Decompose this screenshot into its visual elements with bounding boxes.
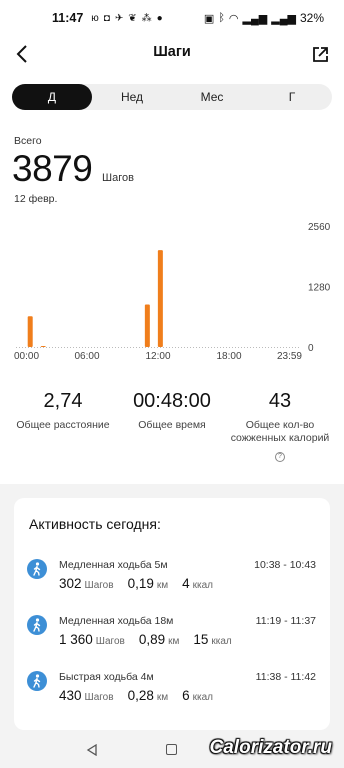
wifi-icon: ◠	[228, 12, 239, 25]
dots-icon: ⁂	[141, 12, 152, 24]
activity-steps: 302	[59, 576, 82, 591]
activity-km: 0,28	[127, 688, 154, 703]
walking-icon	[27, 615, 47, 635]
signal-icon: ▂▄▆	[242, 12, 268, 25]
activity-kcal: 6	[182, 688, 190, 703]
activity-time: 10:38 - 10:43	[254, 559, 316, 571]
walking-icon	[27, 671, 47, 691]
activity-km-unit: км	[156, 580, 169, 591]
status-time: 11:47	[52, 11, 84, 25]
activity-steps-unit: Шагов	[84, 692, 114, 703]
list-item[interactable]: Медленная ходьба 5м 10:38 - 10:43 302 Шаг…	[14, 554, 330, 600]
app-header: Шаги	[0, 36, 344, 72]
total-steps-unit: Шагов	[102, 172, 134, 184]
activity-metrics: 430 Шагов 0,28 км 6 ккал	[59, 688, 227, 703]
chart-bar	[157, 250, 163, 347]
activity-time: 11:19 - 11:37	[255, 615, 316, 627]
chart-bar	[144, 304, 150, 347]
bluetooth-icon: ᛒ	[218, 12, 225, 24]
list-item[interactable]: Быстрая ходьба 4м 11:38 - 11:42 430 Шагов…	[14, 666, 330, 712]
notification-icon: ю	[91, 12, 99, 24]
cloud-icon: ●	[156, 12, 163, 24]
steps-chart[interactable]: 2560 1280 0 00:00 06:00 12:00 18:00 23:59	[0, 218, 344, 368]
watermark: Calorizator.ru	[209, 737, 332, 758]
activity-metrics: 1 360 Шагов 0,89 км 15 ккал	[59, 632, 246, 647]
y-tick-label: 0	[308, 343, 314, 354]
activity-name: Медленная ходьба 18м	[59, 615, 174, 627]
chart-bar	[27, 316, 33, 347]
tab-month[interactable]: Мес	[172, 84, 252, 110]
stat-time-value: 00:48:00	[133, 390, 211, 412]
activity-title: Активность сегодня:	[29, 516, 161, 532]
chart-bar	[40, 346, 46, 348]
activity-km: 0,89	[138, 632, 166, 647]
activity-name: Медленная ходьба 5м	[59, 559, 168, 571]
app-icon: ◘	[103, 12, 110, 24]
stat-calories-label: Общее кол-во сожженных калорий	[230, 419, 330, 444]
tab-day[interactable]: Д	[12, 84, 92, 110]
status-bar: 11:47 ю ◘ ✈ ❦ ⁂ ● ▣ ᛒ ◠ ▂▄▆ ▂▄▆ 32%	[0, 0, 344, 36]
x-tick-label: 06:00	[74, 351, 99, 362]
y-tick-label: 2560	[308, 222, 331, 233]
system-nav-bar: Calorizator.ru	[0, 734, 344, 768]
total-label: Всего	[14, 135, 42, 147]
vibrate-icon: ▣	[203, 12, 215, 25]
tab-year[interactable]: Г	[252, 84, 332, 110]
activity-kcal-unit: ккал	[192, 692, 213, 703]
share-icon	[312, 46, 328, 62]
x-tick-label: 00:00	[14, 351, 39, 362]
stat-calories-value: 43	[268, 390, 292, 412]
stat-time-label: Общее время	[138, 419, 206, 431]
x-tick-label: 12:00	[145, 351, 170, 362]
activity-card: Активность сегодня: Медленная ходьба 5м …	[14, 498, 330, 730]
list-item[interactable]: Медленная ходьба 18м 11:19 - 11:37 1 360…	[14, 610, 330, 656]
stat-distance-label: Общее расстояние	[16, 419, 110, 431]
page-title: Шаги	[153, 44, 191, 60]
activity-kcal: 4	[182, 576, 190, 591]
activity-kcal-unit: ккал	[192, 580, 213, 591]
activity-name: Быстрая ходьба 4м	[59, 671, 154, 683]
share-button[interactable]	[308, 41, 332, 67]
system-icons: ▣ ᛒ ◠ ▂▄▆ ▂▄▆ 32%	[204, 11, 324, 25]
activity-metrics: 302 Шагов 0,19 км 4 ккал	[59, 576, 227, 591]
summary-date: 12 февр.	[14, 193, 58, 205]
stat-calories: 43 Общее кол-во сожженных калорий ?	[228, 390, 332, 463]
nav-home-icon[interactable]	[166, 744, 177, 755]
stat-time: 00:48:00 Общее время	[116, 390, 228, 432]
period-tabs: Д Нед Мес Г	[12, 84, 332, 110]
activity-kcal: 15	[193, 632, 209, 647]
bird-icon: ❦	[128, 12, 137, 24]
activity-steps: 1 360	[59, 632, 93, 647]
activity-time: 11:38 - 11:42	[255, 671, 316, 683]
walking-icon	[27, 559, 47, 579]
activity-km: 0,19	[127, 576, 154, 591]
x-tick-label: 18:00	[216, 351, 241, 362]
tab-week[interactable]: Нед	[92, 84, 172, 110]
activity-steps-unit: Шагов	[84, 580, 114, 591]
activity-km-unit: км	[168, 636, 180, 647]
total-steps-value: 3879	[12, 148, 93, 189]
nav-back-icon[interactable]	[86, 744, 98, 756]
activity-km-unit: км	[156, 692, 169, 703]
notification-icons: ю ◘ ✈ ❦ ⁂ ●	[91, 13, 162, 24]
stat-distance-value: 2,74	[43, 390, 83, 412]
x-tick-label: 23:59	[277, 351, 302, 362]
y-tick-label: 1280	[308, 283, 331, 294]
stats-row: 2,74 Общее расстояние 00:48:00 Общее вре…	[0, 390, 344, 463]
help-icon[interactable]: ?	[275, 451, 285, 462]
activity-icon: ✈	[114, 12, 124, 24]
stat-distance: 2,74 Общее расстояние	[8, 390, 118, 432]
signal-icon-2: ▂▄▆	[271, 12, 296, 25]
activity-steps-unit: Шагов	[95, 636, 125, 647]
activity-steps: 430	[59, 688, 82, 703]
activity-kcal-unit: ккал	[211, 636, 232, 647]
battery-percent: 32%	[299, 11, 324, 25]
